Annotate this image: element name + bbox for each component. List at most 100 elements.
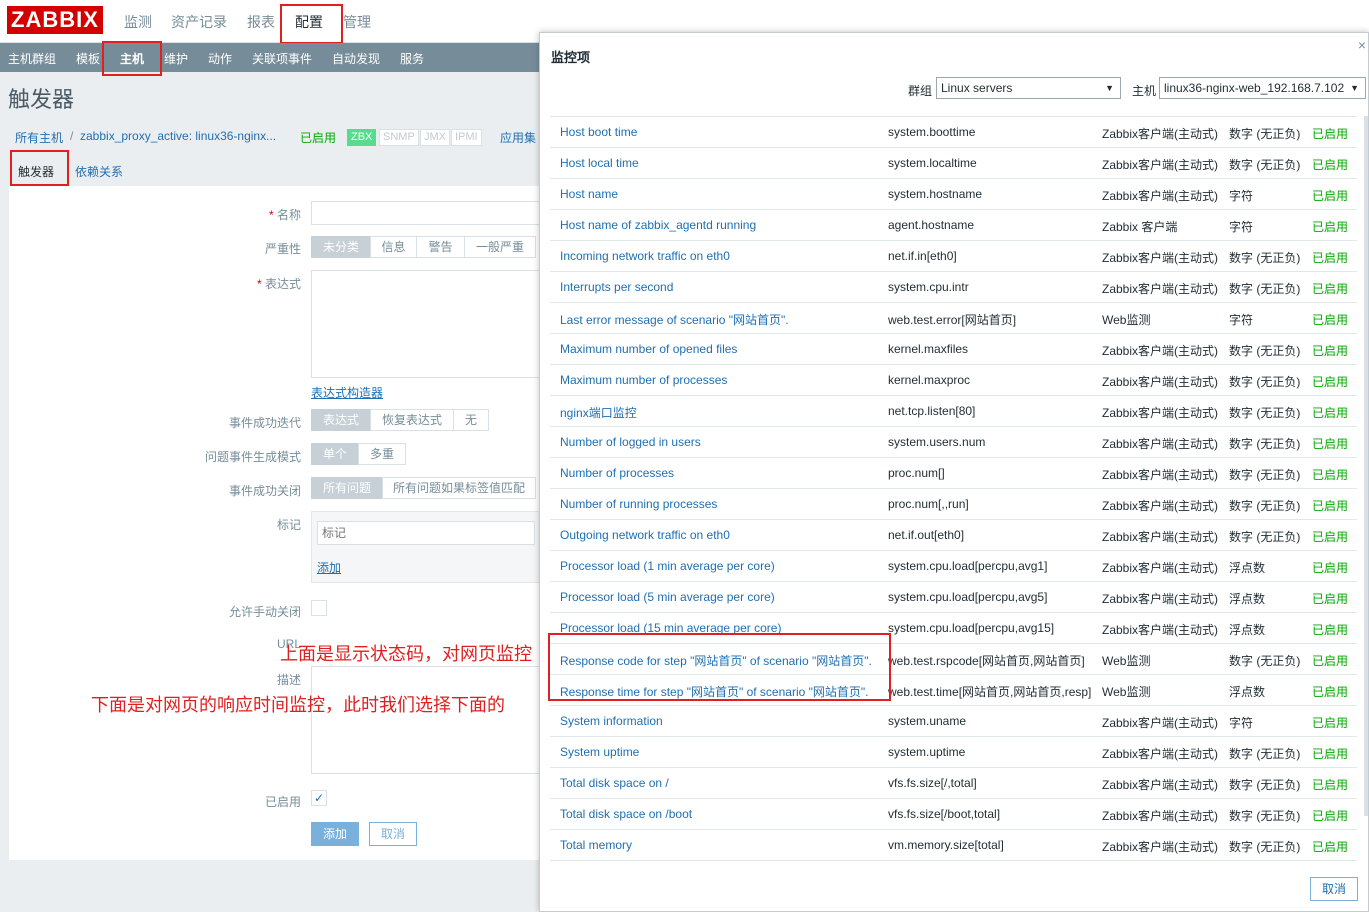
item-name-link[interactable]: Processor load (5 min average per core)	[560, 590, 775, 604]
submenu-actions[interactable]: 动作	[208, 50, 232, 67]
item-name-link[interactable]: Number of logged in users	[560, 435, 701, 449]
tag-input[interactable]	[317, 521, 535, 545]
item-key: web.test.error[网站首页]	[888, 313, 1017, 327]
item-type: Zabbix客户端(主动式)	[1102, 592, 1219, 606]
submenu-templates[interactable]: 模板	[76, 50, 100, 67]
item-name-link[interactable]: Maximum number of opened files	[560, 342, 737, 356]
item-value-type: 数字 (无正负)	[1229, 251, 1301, 265]
item-name-link[interactable]: Host name of zabbix_agentd running	[560, 218, 756, 232]
item-key: kernel.maxfiles	[888, 342, 969, 356]
item-status: 已启用	[1312, 468, 1349, 482]
item-name-link[interactable]: Processor load (1 min average per core)	[560, 559, 775, 573]
item-status: 已启用	[1312, 251, 1349, 265]
problem-mode-multiple[interactable]: 多重	[358, 443, 406, 465]
item-key: system.uname	[888, 714, 967, 728]
table-row: Host local time system.localtime Zabbix客户端…	[550, 148, 1357, 179]
severity-information[interactable]: 信息	[370, 236, 417, 258]
item-key: system.localtime	[888, 156, 977, 170]
item-name-link[interactable]: System uptime	[560, 745, 639, 759]
item-name-link[interactable]: Last error message of scenario "网站首页".	[560, 311, 789, 328]
description-label: 描述	[276, 673, 301, 687]
item-name-link[interactable]: Outgoing network traffic on eth0	[560, 528, 730, 542]
tab-dependencies[interactable]: 依赖关系	[75, 163, 123, 180]
breadcrumb-all-hosts[interactable]: 所有主机	[15, 129, 63, 146]
item-type: Zabbix客户端(主动式)	[1102, 778, 1219, 792]
item-type: Zabbix客户端(主动式)	[1102, 437, 1219, 451]
ok-close-tag-match[interactable]: 所有问题如果标签值匹配	[382, 477, 536, 499]
submenu-discovery[interactable]: 自动发现	[332, 50, 380, 67]
add-tag-link[interactable]: 添加	[317, 559, 341, 576]
host-status: 已启用	[300, 131, 337, 145]
submenu-services[interactable]: 服务	[400, 50, 424, 67]
menu-monitoring[interactable]: 监测	[124, 12, 152, 32]
menu-inventory[interactable]: 资产记录	[171, 12, 227, 32]
item-name-link[interactable]: Maximum number of processes	[560, 373, 727, 387]
group-select[interactable]: Linux servers ▼	[936, 77, 1121, 99]
item-name-link[interactable]: Total disk space on /	[560, 776, 669, 790]
items-table: Host boot time system.boottime Zabbix客户端(主…	[550, 116, 1357, 861]
item-name-link[interactable]: Total memory	[560, 838, 632, 852]
highlight-hosts	[102, 41, 162, 76]
item-name-link[interactable]: System information	[560, 714, 663, 728]
problem-mode-label: 问题事件生成模式	[204, 450, 301, 464]
item-status: 已启用	[1312, 716, 1349, 730]
item-name-link[interactable]: Incoming network traffic on eth0	[560, 249, 730, 263]
breadcrumb-applications[interactable]: 应用集	[500, 129, 536, 146]
cancel-button[interactable]: 取消	[369, 822, 417, 846]
severity-average[interactable]: 一般严重	[464, 236, 536, 258]
ok-close-all[interactable]: 所有问题	[311, 477, 383, 499]
submenu-correlation[interactable]: 关联项事件	[252, 50, 312, 67]
table-row: System information system.uname Zabbix客户端(…	[550, 706, 1357, 737]
item-key: web.test.time[网站首页,网站首页,resp]	[888, 685, 1092, 699]
breadcrumb-host[interactable]: zabbix_proxy_active: linux36-nginx...	[80, 129, 276, 143]
ok-event-expression[interactable]: 表达式	[311, 409, 371, 431]
item-name-link[interactable]: Host local time	[560, 156, 639, 170]
item-status: 已启用	[1312, 189, 1349, 203]
item-key: system.cpu.load[percpu,avg15]	[888, 621, 1055, 635]
dialog-cancel-button[interactable]: 取消	[1310, 877, 1358, 901]
enabled-label: 已启用	[264, 795, 301, 809]
item-type: Zabbix客户端(主动式)	[1102, 158, 1219, 172]
item-name-link[interactable]: Host name	[560, 187, 618, 201]
enabled-checkbox[interactable]: ✓	[311, 790, 327, 806]
item-name-link[interactable]: Number of running processes	[560, 497, 717, 511]
item-name-link[interactable]: Interrupts per second	[560, 280, 673, 294]
item-value-type: 数字 (无正负)	[1229, 778, 1301, 792]
close-icon[interactable]: ×	[1358, 37, 1366, 53]
item-name-link[interactable]: Number of processes	[560, 466, 674, 480]
expression-builder-link[interactable]: 表达式构造器	[311, 384, 383, 401]
severity-not-classified[interactable]: 未分类	[311, 236, 371, 258]
item-type: Zabbix客户端(主动式)	[1102, 561, 1219, 575]
dialog-scrollbar[interactable]	[1364, 116, 1368, 816]
item-name-link[interactable]: nginx端口监控	[560, 404, 637, 421]
name-input[interactable]	[311, 201, 549, 225]
description-textarea[interactable]	[311, 666, 549, 774]
table-row: Maximum number of opened files kernel.max…	[550, 334, 1357, 365]
chevron-down-icon: ▼	[1350, 83, 1359, 93]
submenu-maintenance[interactable]: 维护	[164, 50, 188, 67]
item-name-link[interactable]: Host boot time	[560, 125, 637, 139]
item-value-type: 数字 (无正负)	[1229, 530, 1301, 544]
highlight-response-rows	[548, 633, 891, 701]
add-button[interactable]: 添加	[311, 822, 359, 846]
ok-event-label: 事件成功迭代	[228, 416, 301, 430]
problem-mode-single[interactable]: 单个	[311, 443, 359, 465]
menu-reports[interactable]: 报表	[247, 12, 275, 32]
submenu-hostgroups[interactable]: 主机群组	[8, 50, 56, 67]
table-row: Processor load (5 min average per core) s…	[550, 582, 1357, 613]
table-row: Total disk space on / vfs.fs.size[/,total…	[550, 768, 1357, 799]
table-row: Interrupts per second system.cpu.intr Zabb…	[550, 272, 1357, 303]
item-name-link[interactable]: Total disk space on /boot	[560, 807, 692, 821]
ok-event-none[interactable]: 无	[453, 409, 489, 431]
manual-close-checkbox[interactable]	[311, 600, 327, 616]
expression-textarea[interactable]	[311, 270, 549, 378]
menu-administration[interactable]: 管理	[343, 12, 371, 32]
ok-event-recovery-expression[interactable]: 恢复表达式	[370, 409, 454, 431]
severity-warning[interactable]: 警告	[416, 236, 465, 258]
host-select[interactable]: linux36-nginx-web_192.168.7.102 ▼	[1159, 77, 1366, 99]
group-select-value: Linux servers	[941, 81, 1013, 95]
item-type: Zabbix客户端(主动式)	[1102, 623, 1219, 637]
item-type: Zabbix 客户端	[1102, 220, 1178, 234]
item-status: 已启用	[1312, 282, 1349, 296]
zabbix-logo[interactable]: ZABBIX	[7, 6, 103, 34]
